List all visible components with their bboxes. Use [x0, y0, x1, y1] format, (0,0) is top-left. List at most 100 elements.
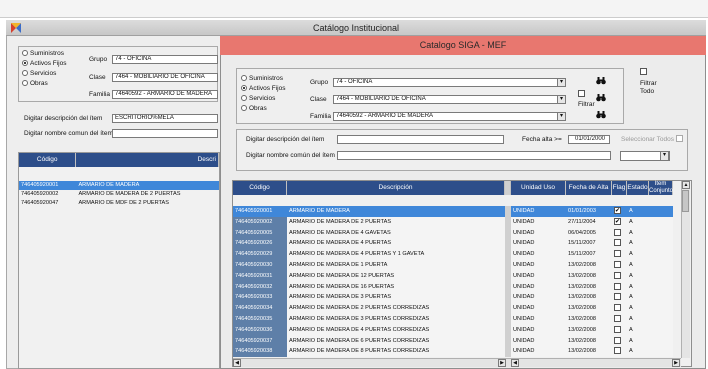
cell-flag[interactable] [612, 249, 627, 260]
scroll-up-arrow-icon[interactable]: ▲ [682, 181, 690, 189]
cell-flag[interactable]: ✔ [612, 216, 627, 228]
scroll-right-arrow-icon[interactable]: ▶ [498, 359, 506, 367]
left-header-descripcion[interactable]: Descri [76, 153, 219, 167]
list-item[interactable]: 746405920047 ARMARIO DE MDF DE 2 PUERTAS [19, 199, 219, 208]
table-row[interactable]: 746405920030 ARMARIO DE MADERA DE 1 PUERT… [233, 259, 681, 271]
left-nombre-input[interactable] [112, 129, 218, 138]
binoculars-icon[interactable] [596, 76, 606, 85]
table-row[interactable]: 746405920002 ARMARIO DE MADERA DE 2 PUERT… [233, 216, 681, 228]
flag-checkbox[interactable] [614, 336, 621, 344]
flag-checkbox[interactable] [614, 228, 621, 236]
grid-header-item-conjunto[interactable]: Item Conjunto [649, 181, 673, 195]
table-row[interactable]: 746405920035 ARMARIO DE MADERA DE 3 PUERT… [233, 313, 681, 325]
fecha-alta-input[interactable]: 01/01/2000 [568, 135, 610, 144]
dialog-grupo-select[interactable]: 74 - OFICINA [333, 78, 558, 87]
flag-checkbox[interactable] [614, 250, 621, 258]
left-radio-servicios[interactable]: Servicios [22, 70, 66, 80]
list-item[interactable]: 746405920002 ARMARIO DE MADERA DE 2 PUERT… [19, 190, 219, 199]
dialog-desc-input[interactable] [337, 135, 504, 144]
grid-header-fecha[interactable]: Fecha de Alta [566, 181, 612, 195]
filtrar-todo-checkbox[interactable] [640, 68, 647, 75]
chevron-down-icon[interactable]: ▾ [557, 112, 566, 121]
left-radio-suministros[interactable]: Suministros [22, 50, 66, 60]
cell-flag[interactable] [612, 313, 627, 325]
chevron-down-icon[interactable]: ▾ [660, 151, 669, 161]
grid-header-descripcion[interactable]: Descripción [287, 181, 505, 195]
scroll-left-arrow-icon[interactable]: ◀ [233, 359, 241, 367]
table-row[interactable]: 746405920029 ARMARIO DE MADERA DE 4 PUERT… [233, 249, 681, 260]
cell-flag[interactable] [612, 227, 627, 239]
left-header-codigo[interactable]: Código [19, 153, 77, 167]
left-familia-select[interactable]: 74640592 - ARMARIO DE MADERA [112, 90, 218, 99]
cell-flag[interactable] [612, 303, 627, 314]
grid-vertical-scrollbar[interactable]: ▲ [681, 181, 690, 358]
dialog-familia-select[interactable]: 74640592 - ARMARIO DE MADERA [333, 112, 558, 121]
dialog-radio-obras[interactable]: Obras [241, 105, 285, 115]
radio-button[interactable] [241, 85, 247, 92]
table-row[interactable]: 746405920001 ARMARIO DE MADERA UNIDAD 01/01… [233, 206, 681, 217]
cell-flag[interactable] [612, 259, 627, 271]
filtrar-checkbox[interactable] [578, 90, 585, 97]
cell-flag[interactable] [612, 324, 627, 336]
left-clase-select[interactable]: 7464 - MOBILIARIO DE OFICINA [112, 73, 218, 82]
table-row[interactable]: 746405920037 ARMARIO DE MADERA DE 6 PUERT… [233, 335, 681, 347]
list-item[interactable]: 746405920001 ARMARIO DE MADERA [19, 181, 219, 190]
left-radio-activos-fijos[interactable]: Activos Fijos [22, 60, 66, 70]
binoculars-icon[interactable] [596, 93, 606, 102]
flag-checkbox[interactable] [614, 347, 621, 355]
grid-header-estado[interactable]: Estado [627, 181, 649, 195]
radio-button[interactable] [241, 105, 247, 112]
grid-header-unidad[interactable]: Unidad Uso [511, 181, 566, 195]
scrollbar-thumb[interactable] [682, 190, 689, 212]
left-desc-input[interactable]: ESCRITORIO%MELA [112, 114, 218, 123]
radio-button[interactable] [22, 80, 28, 87]
flag-checkbox[interactable] [614, 271, 621, 279]
table-row[interactable]: 746405920034 ARMARIO DE MADERA DE 2 PUERT… [233, 303, 681, 314]
radio-button[interactable] [241, 95, 247, 102]
scroll-left-arrow-icon[interactable]: ◀ [511, 359, 519, 367]
table-row[interactable]: 746405920032 ARMARIO DE MADERA DE 16 PUER… [233, 281, 681, 293]
binoculars-icon[interactable] [596, 110, 606, 119]
radio-button[interactable] [22, 50, 28, 57]
flag-checkbox[interactable] [614, 304, 621, 312]
cell-codigo: 746405920037 [233, 335, 287, 347]
chevron-down-icon[interactable]: ▾ [557, 95, 566, 104]
table-row[interactable]: 746405920026 ARMARIO DE MADERA DE 4 PUERT… [233, 238, 681, 250]
radio-button[interactable] [22, 60, 28, 67]
table-row[interactable]: 746405920031 ARMARIO DE MADERA DE 12 PUER… [233, 270, 681, 282]
flag-checkbox[interactable]: ✔ [614, 207, 621, 214]
flag-checkbox[interactable] [614, 260, 621, 268]
cell-flag[interactable] [612, 335, 627, 347]
select-all-checkbox[interactable] [676, 135, 683, 142]
grid-header-codigo[interactable]: Código [233, 181, 287, 195]
cell-flag[interactable] [612, 238, 627, 250]
radio-button[interactable] [22, 70, 28, 77]
flag-checkbox[interactable] [614, 282, 621, 290]
scroll-right-arrow-icon[interactable]: ▶ [672, 359, 680, 367]
dialog-radio-activos-fijos[interactable]: Activos Fijos [241, 85, 285, 95]
table-row[interactable]: 746405920036 ARMARIO DE MADERA DE 4 PUERT… [233, 324, 681, 336]
flag-checkbox[interactable] [614, 293, 621, 301]
left-grupo-select[interactable]: 74 - OFICINA [112, 55, 218, 64]
flag-checkbox[interactable]: ✔ [614, 217, 621, 225]
cell-flag[interactable] [612, 346, 627, 358]
flag-checkbox[interactable] [614, 239, 621, 247]
flag-checkbox[interactable] [614, 314, 621, 322]
radio-button[interactable] [241, 75, 247, 82]
dialog-clase-select[interactable]: 7464 - MOBILIARIO DE OFICINA [333, 95, 558, 104]
chevron-down-icon[interactable]: ▾ [557, 78, 566, 87]
table-row[interactable]: 746405920038 ARMARIO DE MADERA DE 8 PUERT… [233, 346, 681, 358]
cell-flag[interactable] [612, 292, 627, 304]
table-row[interactable]: 746405920033 ARMARIO DE MADERA DE 3 PUERT… [233, 292, 681, 304]
left-radio-obras[interactable]: Obras [22, 80, 66, 90]
dialog-nombre-input[interactable] [337, 151, 611, 160]
flag-checkbox[interactable] [614, 325, 621, 333]
dialog-radio-servicios[interactable]: Servicios [241, 95, 285, 105]
table-row[interactable]: 746405920005 ARMARIO DE MADERA DE 4 GAVET… [233, 227, 681, 239]
cell-flag[interactable]: ✔ [612, 206, 627, 217]
grid-header-flag[interactable]: Flag [612, 181, 627, 195]
grid-horizontal-scrollbar[interactable]: ◀ ▶ ◀ ▶ [233, 358, 681, 367]
cell-flag[interactable] [612, 281, 627, 293]
dialog-radio-suministros[interactable]: Suministros [241, 75, 285, 85]
cell-flag[interactable] [612, 270, 627, 282]
